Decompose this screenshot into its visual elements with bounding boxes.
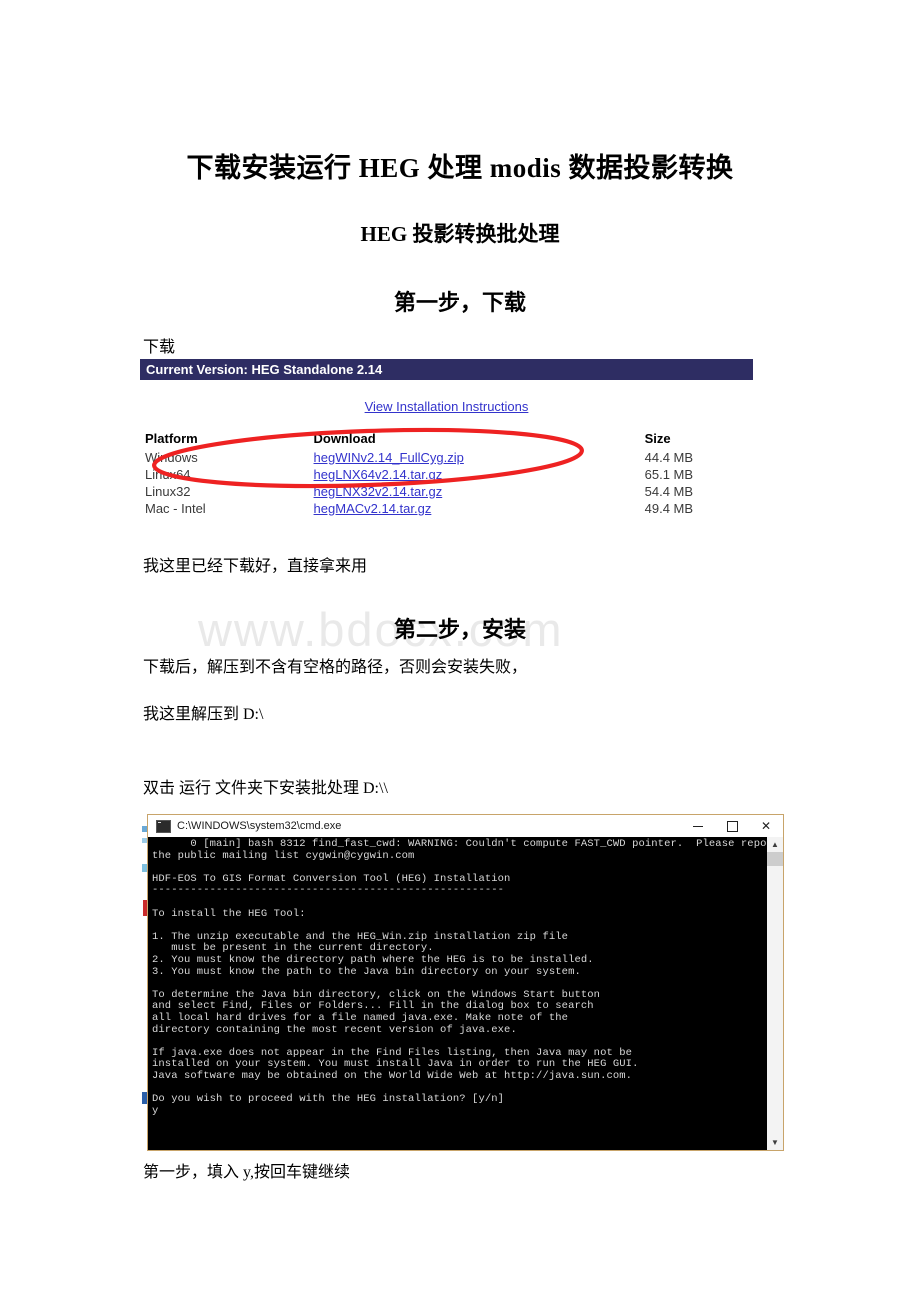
cell-download: hegMACv2.14.tar.gz (314, 500, 645, 517)
header-platform: Platform (145, 431, 198, 446)
table-row: Linux32 hegLNX32v2.14.tar.gz 54.4 MB (145, 483, 745, 500)
note-double-click-run: 双击 运行 文件夹下安装批处理 D:\\ (143, 780, 388, 797)
install-instructions-row: View Installation Instructions (140, 399, 753, 414)
download-panel: Current Version: HEG Standalone 2.14 Vie… (140, 359, 753, 531)
cmd-title-bar[interactable]: C:\WINDOWS\system32\cmd.exe ✕ (148, 815, 783, 837)
note-unzip-path: 下载后，解压到不含有空格的路径，否则会安装失败， (143, 659, 528, 676)
maximize-button[interactable] (715, 815, 749, 837)
cell-platform: Windows (145, 450, 198, 465)
version-bar: Current Version: HEG Standalone 2.14 (140, 359, 753, 380)
scroll-down-icon[interactable]: ▼ (767, 1135, 783, 1150)
download-link[interactable]: hegLNX64v2.14.tar.gz (314, 467, 443, 482)
download-link[interactable]: hegWINv2.14_FullCyg.zip (314, 450, 464, 465)
step-one-heading: 第一步，下载 (393, 290, 526, 315)
close-button[interactable]: ✕ (749, 815, 783, 837)
note-extract-location: 我这里解压到 D:\ (143, 706, 264, 723)
scrollbar-thumb[interactable] (767, 852, 783, 866)
document-page: 下载安装运行 HEG 处理 modis 数据投影转换 HEG 投影转换批处理 第… (0, 0, 920, 1302)
cell-size: 49.4 MB (644, 501, 694, 516)
scroll-up-icon[interactable]: ▲ (767, 837, 783, 852)
download-link[interactable]: hegMACv2.14.tar.gz (314, 501, 432, 516)
cmd-icon (156, 819, 171, 833)
cell-download: hegWINv2.14_FullCyg.zip (314, 449, 645, 466)
note-already-downloaded: 我这里已经下载好，直接拿来用 (143, 558, 368, 575)
minimize-button[interactable] (681, 815, 715, 837)
cell-platform: Linux32 (145, 484, 191, 499)
download-link[interactable]: hegLNX32v2.14.tar.gz (314, 484, 443, 499)
header-download: Download (313, 431, 376, 446)
table-row: Windows hegWINv2.14_FullCyg.zip 44.4 MB (145, 449, 745, 466)
cell-size: 65.1 MB (644, 467, 694, 482)
cmd-title-text: C:\WINDOWS\system32\cmd.exe (177, 820, 342, 832)
console-output: 0 [main] bash 8312 find_fast_cwd: WARNIN… (152, 838, 780, 1117)
downloads-table: Platform Download Size Windows hegWINv2.… (145, 431, 745, 517)
caption-first-step: 第一步，填入 y,按回车键继续 (143, 1164, 350, 1181)
table-row: Linux64 hegLNX64v2.14.tar.gz 65.1 MB (145, 466, 745, 483)
cell-download: hegLNX32v2.14.tar.gz (314, 483, 645, 500)
cmd-console-area[interactable]: 0 [main] bash 8312 find_fast_cwd: WARNIN… (148, 837, 783, 1150)
window-controls: ✕ (681, 815, 783, 837)
step-two-heading: 第二步，安装 (393, 617, 526, 642)
cmd-window[interactable]: C:\WINDOWS\system32\cmd.exe ✕ 0 [main] b… (147, 814, 784, 1151)
download-label: 下载 (143, 339, 176, 356)
cell-size: 54.4 MB (644, 484, 694, 499)
cell-download: hegLNX64v2.14.tar.gz (314, 466, 645, 483)
table-row: Mac - Intel hegMACv2.14.tar.gz 49.4 MB (145, 500, 745, 517)
header-size: Size (644, 431, 671, 446)
cell-platform: Mac - Intel (145, 501, 206, 516)
view-installation-instructions-link[interactable]: View Installation Instructions (365, 399, 529, 414)
page-title: 下载安装运行 HEG 处理 modis 数据投影转换 (186, 153, 734, 183)
cell-platform: Linux64 (145, 467, 191, 482)
table-header-row: Platform Download Size (145, 431, 745, 449)
subtitle: HEG 投影转换批处理 (360, 222, 560, 246)
console-scrollbar[interactable]: ▲ ▼ (766, 837, 783, 1150)
cell-size: 44.4 MB (644, 450, 694, 465)
